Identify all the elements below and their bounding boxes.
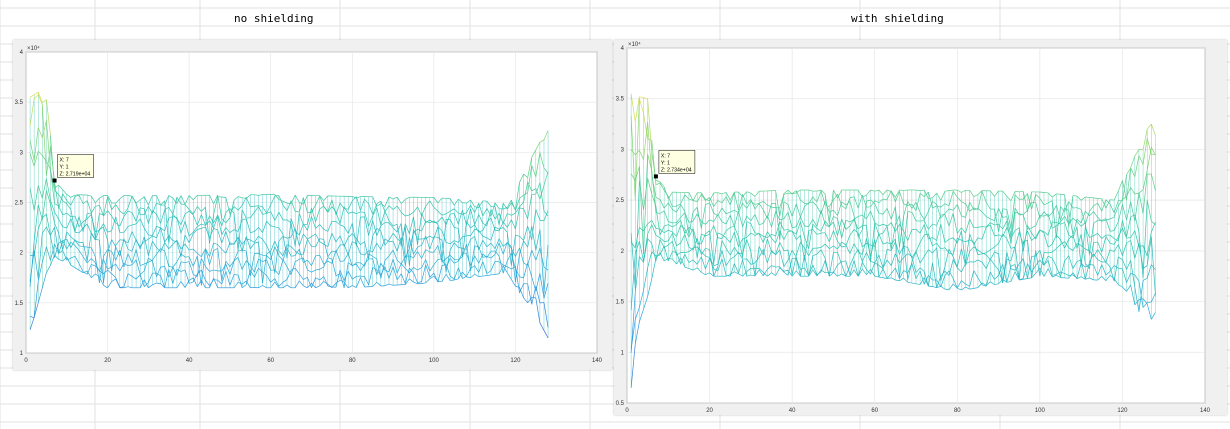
x-tick-label: 80	[349, 358, 356, 364]
datatip-text: X: 7	[661, 153, 670, 159]
x-tick-label: 100	[429, 358, 440, 364]
x-tick-label: 40	[789, 408, 796, 414]
y-tick-label: 4	[621, 46, 625, 52]
y-tick-label: 1.5	[616, 300, 625, 306]
y-tick-label: 4	[20, 50, 24, 56]
x-tick-label: 0	[24, 358, 28, 364]
datatip-marker	[653, 174, 658, 179]
x-tick-label: 120	[1117, 408, 1128, 414]
y-exponent-label: ×10⁴	[27, 45, 40, 52]
datatip-text: Y: 1	[60, 165, 69, 171]
datatip-text: X: 7	[60, 158, 69, 164]
x-tick-label: 60	[871, 408, 878, 414]
label-no-shielding: no shielding	[232, 12, 316, 25]
x-tick-label: 80	[954, 408, 961, 414]
datatip-text: Z: 2.734e+04	[661, 167, 692, 173]
y-tick-label: 3.5	[15, 100, 24, 106]
y-tick-label: 3.5	[616, 97, 625, 103]
y-tick-label: 1	[621, 350, 625, 356]
label-with-shielding: with shielding	[849, 12, 946, 25]
y-tick-label: 3	[20, 150, 24, 156]
y-tick-label: 2	[20, 251, 24, 257]
y-tick-label: 0.5	[616, 401, 625, 407]
y-tick-label: 1.5	[15, 301, 24, 307]
figure-with-shielding: 0 20 40 60 80 100 120 140 0.5 1 1.5 2 2.5 3 3.5 4 ×10⁴ X:…	[614, 40, 1227, 415]
x-tick-label: 120	[510, 358, 521, 364]
mesh-row-segment	[254, 205, 259, 207]
x-tick-label: 140	[592, 358, 603, 364]
x-tick-label: 60	[267, 358, 274, 364]
y-tick-label: 2	[621, 249, 625, 255]
y-exponent-label: ×10⁴	[628, 41, 641, 48]
y-tick-label: 2.5	[15, 201, 24, 207]
x-tick-label: 20	[104, 358, 111, 364]
y-tick-label: 2.5	[616, 198, 625, 204]
datatip-marker	[52, 178, 57, 183]
chart-with-shielding: 0 20 40 60 80 100 120 140 0.5 1 1.5 2 2.5 3 3.5 4×10⁴ X:…	[616, 41, 1211, 414]
datatip-text: Y: 1	[661, 160, 670, 166]
datatip-text: Z: 2.719e+04	[60, 172, 91, 178]
x-tick-label: 20	[706, 408, 713, 414]
chart-no-shielding: 0 20 40 60 80 100 120 140 1 1.5 2 2.5 3 3.5 4×10⁴ X: 7Y…	[15, 45, 603, 364]
figure-no-shielding: 0 20 40 60 80 100 120 140 1 1.5 2 2.5 3 3.5 4 ×10⁴ X: 7Y…	[13, 40, 612, 370]
x-tick-label: 0	[625, 408, 629, 414]
x-tick-label: 40	[186, 358, 193, 364]
y-tick-label: 1	[20, 351, 24, 357]
x-tick-label: 100	[1035, 408, 1046, 414]
x-tick-label: 140	[1200, 408, 1211, 414]
y-tick-label: 3	[621, 147, 625, 153]
